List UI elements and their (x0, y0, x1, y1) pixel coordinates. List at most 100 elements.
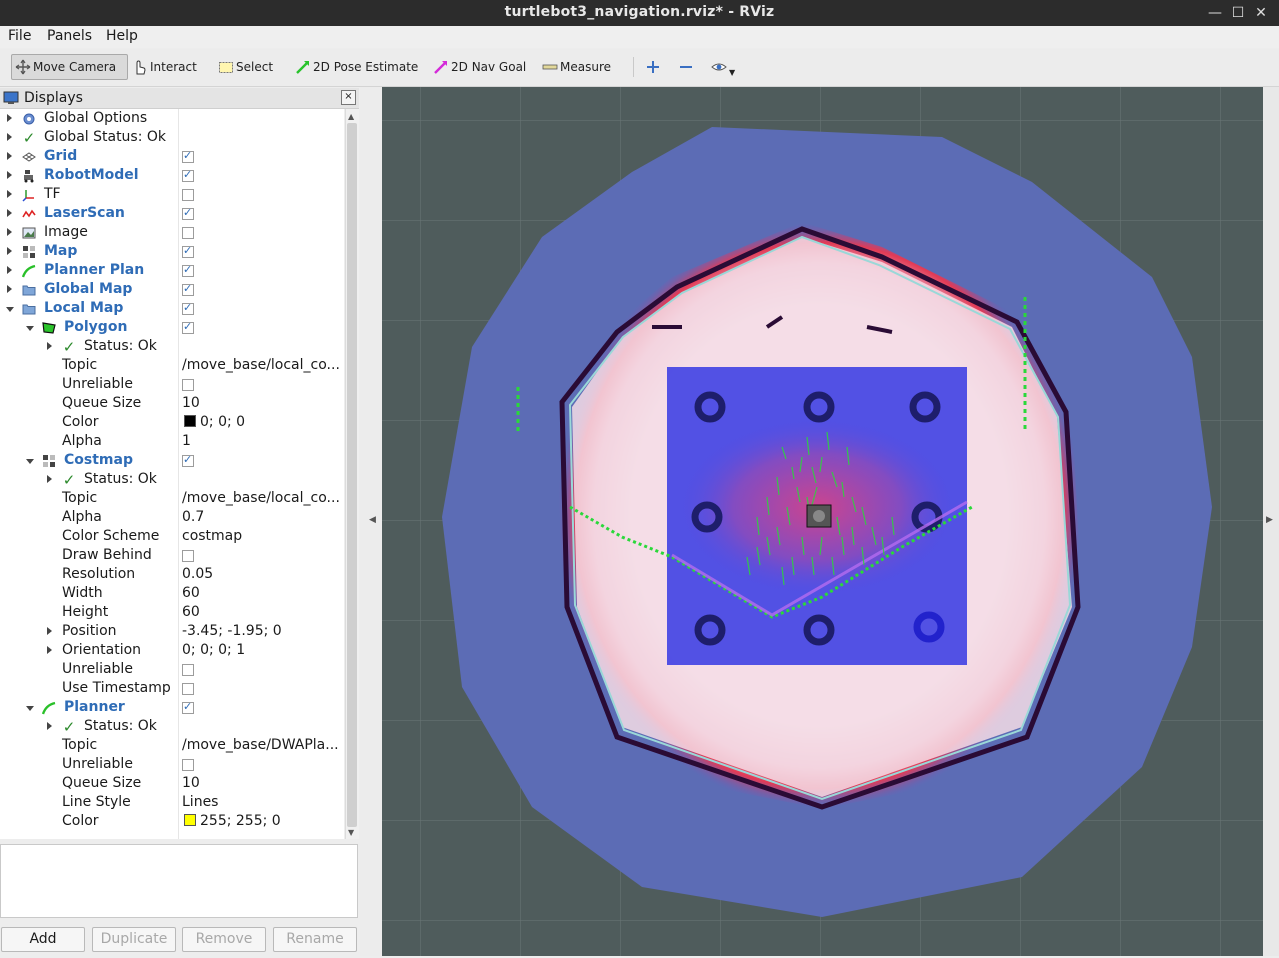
use-timestamp-checkbox[interactable] (182, 683, 194, 695)
expand-arrow-icon[interactable] (7, 190, 12, 198)
remove-button[interactable]: Remove (182, 927, 266, 952)
tree-row-planner-status[interactable]: ✓ Status: Ok (0, 718, 344, 737)
collapse-arrow-icon[interactable] (6, 307, 14, 312)
pose-estimate-button[interactable]: 2D Pose Estimate (295, 54, 418, 80)
panel-splitter[interactable]: ◀ (360, 87, 382, 956)
unreliable-checkbox[interactable] (182, 379, 194, 391)
prop-value[interactable]: -3.45; -1.95; 0 (182, 623, 344, 639)
tf-checkbox[interactable] (182, 189, 194, 201)
right-panel-strip[interactable]: ▶ (1263, 87, 1279, 956)
map-checkbox[interactable] (182, 244, 194, 258)
prop-value[interactable]: 0.05 (182, 566, 344, 582)
local-map-checkbox[interactable] (182, 301, 194, 315)
prop-value[interactable]: /move_base/DWAPla... (182, 737, 344, 753)
prop-value[interactable]: 0; 0; 0; 1 (182, 642, 344, 658)
duplicate-button[interactable]: Duplicate (92, 927, 176, 952)
prop-row-costmap-resolution[interactable]: Resolution 0.05 (0, 566, 344, 585)
prop-row-polygon-queue[interactable]: Queue Size 10 (0, 395, 344, 414)
prop-value[interactable]: 0; 0; 0 (184, 414, 344, 430)
collapse-right-icon[interactable]: ▶ (1266, 515, 1273, 525)
global-map-checkbox[interactable] (182, 282, 194, 296)
expand-arrow-icon[interactable] (47, 646, 52, 654)
select-button[interactable]: Select (218, 54, 273, 80)
tree-row-tf[interactable]: TF (0, 186, 344, 205)
expand-arrow-icon[interactable] (7, 133, 12, 141)
prop-value[interactable]: /move_base/local_co... (182, 490, 344, 506)
measure-button[interactable]: Measure (542, 54, 611, 80)
close-panel-button[interactable]: × (341, 90, 356, 105)
rename-button[interactable]: Rename (273, 927, 357, 952)
planner-checkbox[interactable] (182, 700, 194, 714)
prop-value[interactable]: costmap (182, 528, 344, 544)
tree-row-planner[interactable]: Planner (0, 699, 344, 718)
collapse-arrow-icon[interactable] (26, 459, 34, 464)
prop-row-polygon-color[interactable]: Color 0; 0; 0 (0, 414, 344, 433)
prop-value[interactable]: /move_base/local_co... (182, 357, 344, 373)
expand-arrow-icon[interactable] (7, 228, 12, 236)
robotmodel-checkbox[interactable] (182, 168, 194, 182)
prop-value[interactable]: 1 (182, 433, 344, 449)
prop-value[interactable]: 60 (182, 604, 344, 620)
prop-value[interactable]: 255; 255; 0 (184, 813, 344, 829)
scroll-up-icon[interactable]: ▲ (348, 112, 354, 121)
prop-row-polygon-unreliable[interactable]: Unreliable (0, 376, 344, 395)
prop-value[interactable]: 10 (182, 395, 344, 411)
tree-row-global-status[interactable]: ✓ Global Status: Ok (0, 129, 344, 148)
collapse-arrow-icon[interactable] (26, 706, 34, 711)
polygon-checkbox[interactable] (182, 320, 194, 334)
expand-arrow-icon[interactable] (7, 247, 12, 255)
expand-arrow-icon[interactable] (47, 475, 52, 483)
unreliable-checkbox[interactable] (182, 759, 194, 771)
add-button[interactable]: Add (1, 927, 85, 952)
expand-arrow-icon[interactable] (47, 627, 52, 635)
prop-row-costmap-alpha[interactable]: Alpha 0.7 (0, 509, 344, 528)
tree-row-robotmodel[interactable]: RobotModel (0, 167, 344, 186)
collapse-left-icon[interactable]: ◀ (369, 515, 376, 525)
expand-arrow-icon[interactable] (7, 209, 12, 217)
prop-row-costmap-position[interactable]: Position -3.45; -1.95; 0 (0, 623, 344, 642)
close-window-button[interactable]: ✕ (1251, 3, 1271, 23)
prop-value[interactable]: 10 (182, 775, 344, 791)
expand-arrow-icon[interactable] (7, 152, 12, 160)
scroll-down-icon[interactable]: ▼ (348, 828, 354, 837)
costmap-checkbox[interactable] (182, 453, 194, 467)
3d-viewport[interactable] (382, 87, 1263, 956)
tree-row-map[interactable]: Map (0, 243, 344, 262)
interact-button[interactable]: Interact (132, 54, 197, 80)
expand-arrow-icon[interactable] (7, 266, 12, 274)
tree-row-polygon[interactable]: Polygon (0, 319, 344, 338)
prop-value[interactable]: 0.7 (182, 509, 344, 525)
prop-value[interactable]: 60 (182, 585, 344, 601)
draw-behind-checkbox[interactable] (182, 550, 194, 562)
tree-row-image[interactable]: Image (0, 224, 344, 243)
expand-arrow-icon[interactable] (7, 171, 12, 179)
prop-row-costmap-width[interactable]: Width 60 (0, 585, 344, 604)
planner-plan-checkbox[interactable] (182, 263, 194, 277)
expand-arrow-icon[interactable] (47, 342, 52, 350)
prop-row-costmap-orientation[interactable]: Orientation 0; 0; 0; 1 (0, 642, 344, 661)
expand-arrow-icon[interactable] (7, 285, 12, 293)
move-camera-button[interactable]: Move Camera (11, 54, 128, 80)
prop-row-costmap-height[interactable]: Height 60 (0, 604, 344, 623)
minimize-button[interactable]: — (1205, 3, 1225, 23)
tree-row-costmap[interactable]: Costmap (0, 452, 344, 471)
prop-row-costmap-draw-behind[interactable]: Draw Behind (0, 547, 344, 566)
image-checkbox[interactable] (182, 227, 194, 239)
tree-row-polygon-status[interactable]: ✓ Status: Ok (0, 338, 344, 357)
prop-row-costmap-topic[interactable]: Topic /move_base/local_co... (0, 490, 344, 509)
prop-row-polygon-topic[interactable]: Topic /move_base/local_co... (0, 357, 344, 376)
prop-row-costmap-timestamp[interactable]: Use Timestamp (0, 680, 344, 699)
prop-row-planner-queue[interactable]: Queue Size 10 (0, 775, 344, 794)
tree-scrollbar[interactable]: ▲ ▼ (345, 109, 359, 839)
maximize-button[interactable]: ☐ (1228, 3, 1248, 23)
collapse-arrow-icon[interactable] (26, 326, 34, 331)
tree-row-costmap-status[interactable]: ✓ Status: Ok (0, 471, 344, 490)
prop-row-polygon-alpha[interactable]: Alpha 1 (0, 433, 344, 452)
prop-value[interactable]: Lines (182, 794, 344, 810)
tree-row-grid[interactable]: Grid (0, 148, 344, 167)
tree-row-laserscan[interactable]: LaserScan (0, 205, 344, 224)
add-tool-button[interactable] (645, 54, 663, 80)
tree-row-planner-plan[interactable]: Planner Plan (0, 262, 344, 281)
prop-row-planner-unreliable[interactable]: Unreliable (0, 756, 344, 775)
tree-row-local-map[interactable]: Local Map (0, 300, 344, 319)
